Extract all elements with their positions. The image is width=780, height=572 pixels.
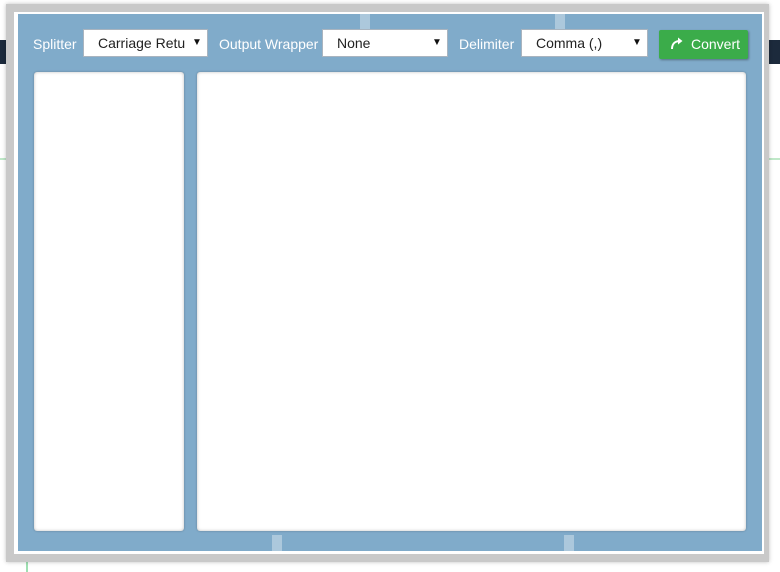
output-wrapper-label: Output Wrapper (219, 36, 319, 52)
decorative-stripe (555, 14, 565, 30)
output-wrapper-select[interactable]: None ▼ (322, 29, 448, 57)
decorative-stripe (564, 535, 574, 551)
delimiter-label: Delimiter (459, 36, 515, 52)
redo-arrow-icon (671, 37, 683, 50)
caret-down-icon: ▼ (432, 37, 442, 48)
output-textarea[interactable] (197, 72, 746, 531)
delimiter-select-value: Comma (,) (536, 35, 603, 51)
caret-down-icon: ▼ (192, 37, 202, 48)
input-textarea[interactable] (34, 72, 184, 531)
splitter-select-value: Carriage Retu (98, 35, 186, 51)
decorative-stripe (272, 535, 282, 551)
caret-down-icon: ▼ (632, 37, 642, 48)
splitter-label: Splitter (33, 36, 77, 52)
decorative-stripe (360, 14, 370, 30)
convert-button[interactable]: Convert (659, 30, 748, 59)
convert-button-label: Convert (691, 36, 741, 52)
delimiter-select[interactable]: Comma (,) ▼ (521, 29, 648, 57)
output-wrapper-select-value: None (337, 35, 371, 51)
splitter-select[interactable]: Carriage Retu ▼ (83, 29, 208, 57)
